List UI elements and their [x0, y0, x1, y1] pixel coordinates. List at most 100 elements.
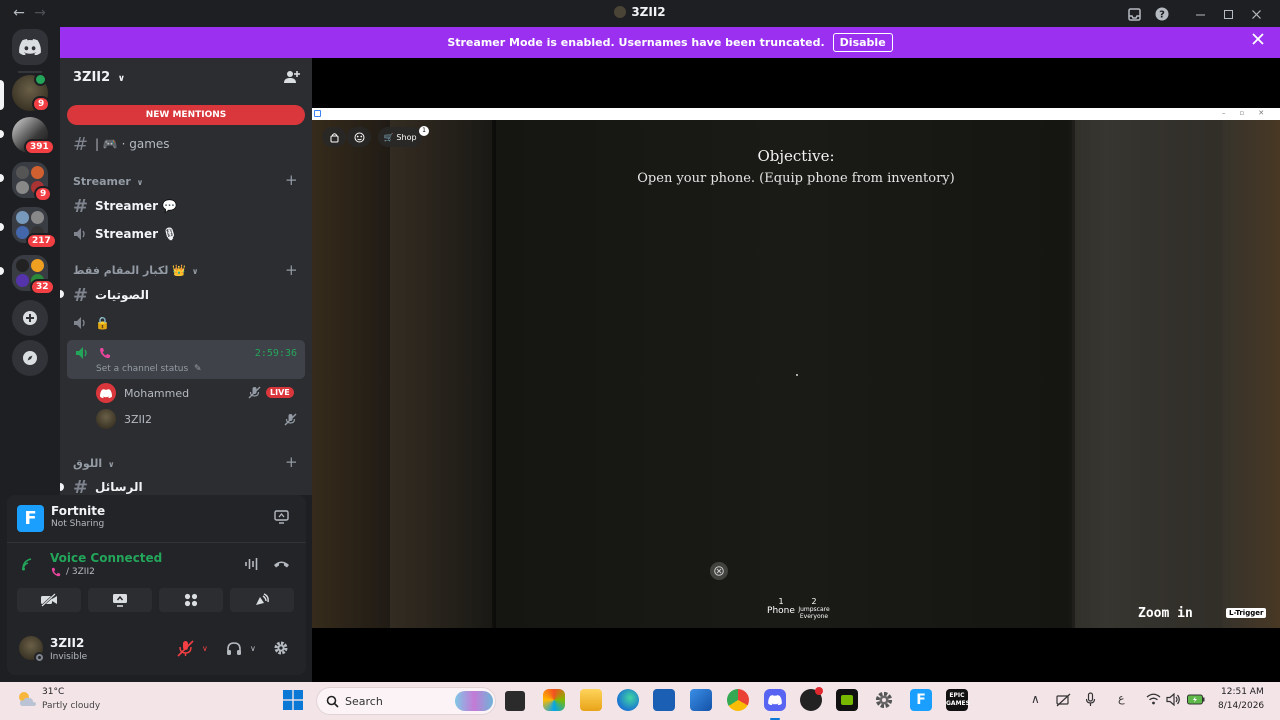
fortnite-taskbar-icon[interactable]: F	[910, 689, 932, 711]
weather-description[interactable]: Partly cloudy	[42, 701, 100, 711]
discord-logo-icon	[100, 388, 112, 398]
server-header[interactable]: 3ZII2 ∨	[73, 70, 125, 85]
search-icon	[326, 695, 339, 708]
server-folder[interactable]: 217	[12, 207, 57, 249]
emote-button[interactable]	[347, 127, 371, 147]
channel-streamer-voice[interactable]: Streamer 🎙	[73, 223, 178, 245]
mute-toggle[interactable]	[177, 640, 195, 657]
search-placeholder: Search	[345, 695, 383, 708]
server-folder[interactable]: 32	[12, 255, 55, 295]
server-folder[interactable]: 9	[12, 162, 53, 202]
noise-suppression-icon[interactable]	[244, 557, 260, 571]
show-hidden-icons-icon[interactable]: ∧	[1031, 692, 1040, 706]
call-timer: 2:59:36	[254, 348, 297, 359]
clock-time[interactable]: 12:51 AM	[1221, 687, 1264, 697]
nvidia-icon[interactable]	[836, 689, 858, 711]
share-screen-icon[interactable]	[274, 510, 289, 524]
wifi-icon[interactable]	[1146, 693, 1161, 705]
voice-user-mohammed[interactable]: Mohammed	[96, 383, 189, 403]
add-channel-icon[interactable]: +	[285, 171, 298, 189]
chrome-icon[interactable]	[727, 689, 749, 711]
interact-prompt-icon[interactable]	[710, 562, 728, 580]
server-icon-2[interactable]: 391	[12, 117, 55, 155]
epic-games-icon[interactable]: EPIC GAMES	[946, 689, 970, 711]
server-name: 3ZII2	[73, 70, 111, 85]
network-offline-icon[interactable]	[1056, 693, 1071, 707]
roblox-menu-button[interactable]	[322, 127, 346, 147]
volume-icon[interactable]	[1166, 693, 1181, 706]
add-server-button[interactable]	[12, 300, 48, 336]
clock-date[interactable]: 8/14/2026	[1218, 701, 1264, 711]
objective-text: Open your phone. (Equip phone from inven…	[637, 171, 955, 186]
channel-soutiyat[interactable]: # الصوتيات	[73, 284, 149, 306]
windows-logo-icon	[283, 690, 303, 710]
start-button[interactable]	[283, 690, 303, 710]
input-language-indicator[interactable]: ع	[1118, 692, 1125, 705]
outlook-icon[interactable]	[690, 689, 712, 711]
camera-off-button[interactable]	[17, 588, 81, 612]
maximize-icon[interactable]	[1214, 4, 1242, 24]
category-streamer[interactable]: Streamer ∨	[73, 175, 143, 188]
add-channel-icon[interactable]: +	[285, 261, 298, 279]
category-vip[interactable]: لكبار المقام فقط 👑 ∨	[73, 264, 198, 277]
settings-gear-icon[interactable]	[273, 640, 289, 656]
channel-streamer-text[interactable]: # Streamer 💬	[73, 195, 177, 217]
discord-taskbar-icon[interactable]	[764, 689, 786, 711]
pencil-icon: ✎	[194, 364, 202, 374]
voice-channel-icon	[73, 316, 87, 330]
chevron-down-icon[interactable]: ∨	[202, 644, 208, 653]
edge-browser-icon[interactable]	[617, 689, 639, 711]
weather-temperature[interactable]: 31°C	[42, 687, 64, 697]
disable-streamer-mode-button[interactable]: Disable	[832, 33, 893, 52]
streamer-mode-banner: Streamer Mode is enabled. Usernames have…	[60, 27, 1280, 58]
channel-rasael[interactable]: # الرسائل	[73, 476, 143, 496]
add-channel-icon[interactable]: +	[285, 453, 298, 471]
file-explorer-icon[interactable]	[580, 689, 602, 711]
category-loq[interactable]: اللوق ∨	[73, 457, 114, 470]
battery-charging-icon[interactable]	[1187, 694, 1205, 705]
microsoft-store-icon[interactable]	[653, 689, 675, 711]
discord-home-button[interactable]	[12, 29, 48, 65]
new-mentions-bar[interactable]: NEW MENTIONS	[67, 105, 305, 125]
current-user-name[interactable]: 3ZII2	[50, 636, 84, 650]
channel-locked-voice[interactable]: 🔒	[73, 312, 110, 334]
server-icon-1[interactable]: 9	[12, 73, 51, 112]
copilot-icon[interactable]	[543, 689, 565, 711]
mic-muted-icon	[284, 413, 297, 426]
close-window-icon[interactable]	[1242, 4, 1270, 24]
task-view-icon[interactable]	[505, 691, 525, 711]
hotbar-slot-2[interactable]: 2 Jumpscare Everyone	[796, 598, 832, 621]
disconnect-icon[interactable]	[273, 559, 290, 569]
weather-icon[interactable]	[16, 690, 38, 708]
shop-button[interactable]: 🛒 Shop	[378, 127, 422, 147]
channel-games[interactable]: # | 🎮 · games	[73, 133, 170, 155]
connection-signal-icon[interactable]	[21, 557, 37, 571]
microphone-icon[interactable]	[1085, 692, 1096, 707]
hotbar-slot-1[interactable]: 1 Phone	[764, 598, 798, 616]
headphones-icon[interactable]	[226, 641, 242, 656]
invite-people-icon[interactable]	[284, 69, 300, 85]
set-channel-status[interactable]: Set a channel status ✎	[96, 364, 202, 374]
soundboard-button[interactable]	[230, 588, 294, 612]
settings-app-icon[interactable]	[873, 689, 895, 711]
panel-divider	[7, 542, 306, 543]
back-arrow-icon[interactable]: ←	[9, 5, 29, 21]
roblox-icon	[314, 110, 321, 117]
close-banner-icon[interactable]	[1252, 33, 1264, 45]
voice-user-self[interactable]: 3ZII2	[96, 409, 152, 429]
minimize-icon[interactable]	[1186, 4, 1214, 24]
discover-button[interactable]	[12, 340, 48, 376]
title-bar-controls: ?	[1120, 4, 1270, 24]
phone-icon	[51, 567, 61, 577]
mention-badge: 9	[34, 186, 53, 202]
taskbar-search-input[interactable]: Search	[316, 687, 496, 715]
chevron-down-icon[interactable]: ∨	[250, 644, 256, 653]
screen-share-button[interactable]	[88, 588, 152, 612]
voice-channel-name[interactable]: / 3ZII2	[66, 567, 95, 577]
active-voice-channel[interactable]: 2:59:36 Set a channel status ✎	[67, 340, 305, 379]
voice-connected-title[interactable]: Voice Connected	[50, 551, 162, 565]
inbox-icon[interactable]	[1120, 4, 1148, 24]
forward-arrow-icon[interactable]: →	[30, 5, 50, 21]
help-icon[interactable]: ?	[1148, 4, 1176, 24]
activities-button[interactable]	[159, 588, 223, 612]
